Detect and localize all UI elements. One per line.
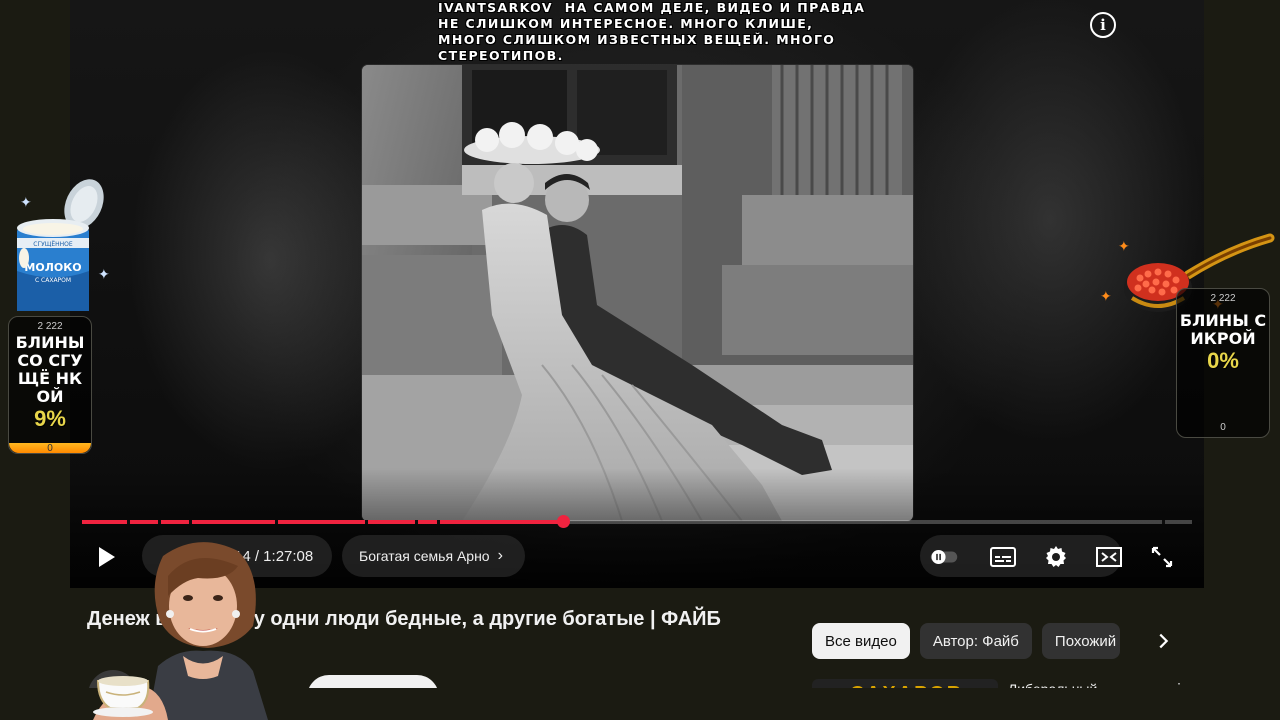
goal-bottom: 0 [1220, 422, 1226, 433]
sparkle-icon: ✦ [1118, 238, 1130, 254]
chapter-marker [365, 520, 368, 524]
can-label-top: СГУЩЁННОЕ [33, 241, 73, 248]
fullscreen-icon[interactable] [1148, 545, 1176, 569]
goal-count: 2 222 [1210, 293, 1236, 304]
goal-percent: 0% [1207, 348, 1239, 373]
goal-percent: 9% [34, 406, 66, 431]
goal-title: БЛИНЫ С ИКРОЙ [1179, 311, 1267, 348]
chevron-right-icon[interactable] [1150, 628, 1176, 654]
related-chips: Все видео Автор: Файб Похожий [812, 623, 1120, 659]
autoplay-toggle-icon[interactable] [930, 545, 958, 569]
progress-handle[interactable] [556, 515, 570, 528]
chat-username: ivantsarkov [438, 0, 553, 15]
info-icon[interactable]: i [1090, 12, 1116, 38]
chapter-marker [189, 520, 192, 524]
chapter-marker [437, 520, 440, 524]
chat-message-overlay: ivantsarkov на самом деле, видео и правд… [438, 0, 868, 64]
sparkle-icon: ✦ [20, 194, 32, 210]
progress-bar[interactable] [82, 515, 1192, 528]
goal-bottom: 0 [47, 443, 53, 454]
donation-goal-widget-left: 2 222 БЛИНЫ СО СГУЩЁ НКОЙ 9% 0 [8, 316, 92, 454]
chapter-button[interactable]: Богатая семья Арно › [342, 535, 525, 577]
subtitles-icon[interactable] [989, 545, 1017, 569]
can-label-bottom: С САХАРОМ [35, 277, 71, 284]
sparkle-icon: ✦ [98, 266, 110, 282]
sparkle-icon: ✦ [1100, 288, 1112, 304]
woman-with-teacup-image [88, 536, 298, 720]
can-label-main: МОЛОКО [24, 261, 81, 274]
chip-similar[interactable]: Похожий [1041, 623, 1120, 659]
donation-goal-widget-right: 2 222 БЛИНЫ С ИКРОЙ 0% 0 [1176, 288, 1270, 438]
video-frame-photo [362, 65, 913, 521]
chapter-marker [415, 520, 418, 524]
chapter-marker [275, 520, 278, 524]
chip-author[interactable]: Автор: Файб [919, 623, 1032, 659]
goal-title: БЛИНЫ СО СГУЩЁ НКОЙ [15, 333, 85, 406]
video-player[interactable] [70, 0, 1204, 588]
stream-screen: i ivantsarkov на самом деле, видео и пра… [0, 0, 1280, 720]
chapter-title: Богатая семья Арно [359, 548, 490, 564]
chip-all-videos[interactable]: Все видео [812, 623, 910, 659]
chapter-marker [1162, 520, 1165, 524]
progress-played [82, 520, 563, 524]
chapter-marker [127, 520, 130, 524]
goal-count: 2 222 [37, 321, 63, 332]
chevron-right-icon: › [497, 547, 503, 564]
chapter-marker [158, 520, 161, 524]
miniplayer-icon[interactable] [1095, 545, 1123, 569]
gear-icon[interactable] [1042, 545, 1070, 569]
